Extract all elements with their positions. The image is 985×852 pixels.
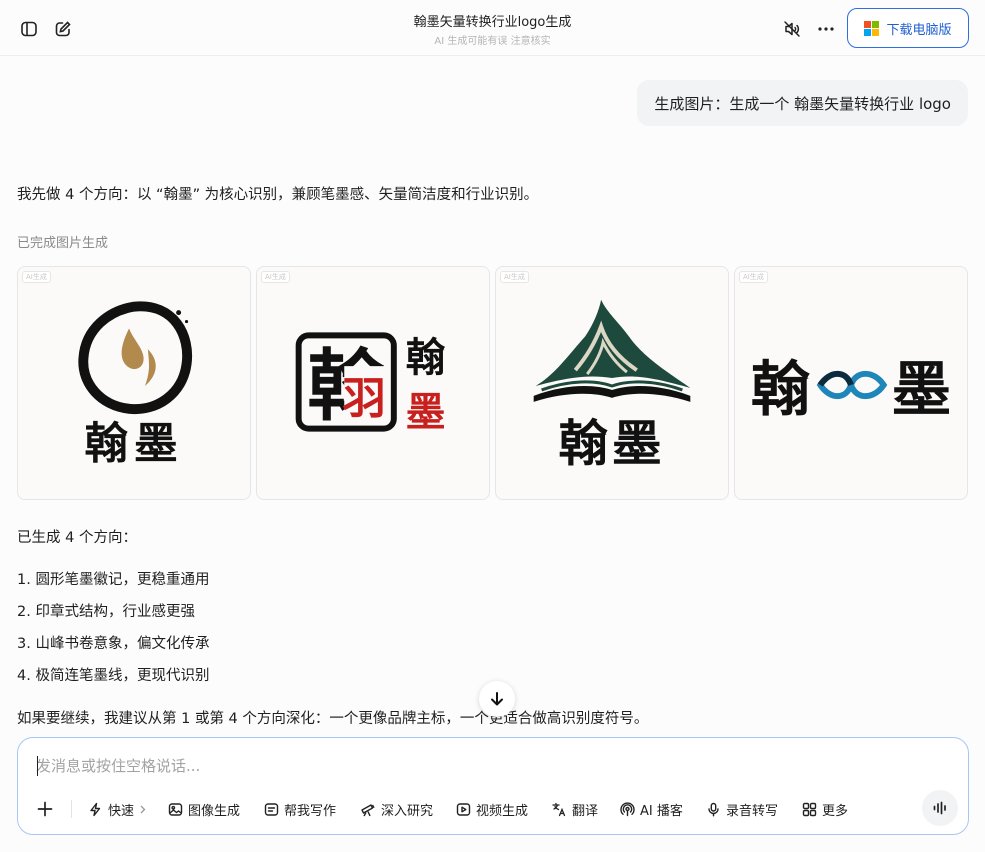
- list-item: 1. 圆形笔墨徽记，更稳重通用: [17, 572, 210, 588]
- image-1-name: 翰墨: [84, 418, 183, 469]
- infinity-logo: 翰 墨: [751, 355, 951, 425]
- message-composer: 快速 图像生成 帮我写作 深入研究 视频生成 翻译 AI 播客: [17, 737, 969, 835]
- mic-icon: [708, 802, 719, 817]
- generated-image-3[interactable]: 翰墨 AI生成: [495, 266, 729, 500]
- message-input[interactable]: [36, 754, 916, 778]
- chevron-right-icon: [140, 805, 146, 813]
- list-item: 4. 极简连笔墨线，更现代识别: [17, 668, 210, 684]
- arrow-down-icon: [491, 692, 503, 706]
- tool-label: 深入研究: [381, 803, 434, 819]
- tool-video-generation[interactable]: 视频生成: [456, 794, 528, 824]
- voice-input-button[interactable]: [922, 790, 958, 826]
- closing-text: 如果要继续，我建议从第 1 或第 4 个方向深化：一个更像品牌主标，一个更适合做…: [17, 711, 649, 727]
- plus-icon: [37, 801, 53, 817]
- write-icon: [264, 802, 279, 816]
- tool-deep-research[interactable]: 深入研究: [360, 794, 433, 824]
- waveform-icon: [933, 801, 946, 815]
- tool-label: 帮我写作: [284, 803, 337, 819]
- lightning-icon: [90, 802, 101, 816]
- generated-image-2[interactable]: 翰 羽 翰 墨 AI生成: [256, 266, 490, 500]
- download-label: 下载电脑版: [886, 22, 952, 38]
- list-item: 2. 印章式结构，行业感更强: [17, 604, 195, 620]
- video-icon: [456, 802, 471, 816]
- top-bar: 翰墨矢量转换行业logo生成 AI 生成可能有误 注意核实 下载电脑版: [0, 0, 985, 56]
- tool-quick[interactable]: 快速: [88, 794, 146, 824]
- generated-image-1[interactable]: 翰墨 AI生成: [17, 266, 251, 500]
- user-message-text: 生成图片：生成一个 翰墨矢量转换行业 logo: [654, 94, 951, 113]
- tool-label: AI 播客: [640, 803, 683, 819]
- tool-ai-podcast[interactable]: AI 播客: [620, 794, 683, 824]
- svg-text:羽: 羽: [342, 374, 386, 425]
- ai-generated-tag: AI生成: [22, 271, 51, 283]
- mountain-book-logo: 翰墨: [533, 299, 691, 472]
- image-4-char-right: 墨: [892, 355, 951, 425]
- telescope-icon: [361, 803, 375, 816]
- generated-images-grid: 翰墨 AI生成 翰 羽 翰 墨 AI生成 翰墨 AI生成 翰: [17, 266, 968, 500]
- tool-label: 录音转写: [726, 803, 779, 819]
- download-desktop-button[interactable]: 下载电脑版: [847, 8, 969, 48]
- mute-icon: [784, 21, 800, 37]
- ai-generated-tag: AI生成: [500, 271, 529, 283]
- tool-image-generation[interactable]: 图像生成: [168, 794, 240, 824]
- more-button[interactable]: [813, 16, 839, 42]
- seal-logo: 翰 羽 翰 墨: [295, 332, 446, 436]
- translate-icon: [552, 802, 566, 816]
- tool-recording-transcription[interactable]: 录音转写: [706, 794, 778, 824]
- tool-label: 更多: [822, 803, 849, 819]
- microsoft-icon: [864, 20, 880, 36]
- list-item: 3. 山峰书卷意象，偏文化传承: [17, 636, 210, 652]
- grid-icon: [802, 802, 817, 816]
- generated-image-4[interactable]: 翰 墨 AI生成: [734, 266, 968, 500]
- tool-label: 视频生成: [476, 803, 529, 819]
- composer-toolbar: 快速 图像生成 帮我写作 深入研究 视频生成 翻译 AI 播客 录音转写 更多: [18, 790, 968, 826]
- image-icon: [168, 802, 183, 816]
- image-3-name: 翰墨: [558, 413, 665, 472]
- ai-generated-tag: AI生成: [739, 271, 768, 283]
- tool-translate[interactable]: 翻译: [551, 794, 598, 824]
- attach-button[interactable]: [32, 796, 58, 822]
- image-generation-status: 已完成图片生成: [17, 236, 109, 251]
- tool-label: 快速: [108, 803, 135, 819]
- image-4-char-left: 翰: [751, 355, 810, 425]
- tool-writing[interactable]: 帮我写作: [264, 794, 336, 824]
- assistant-intro: 我先做 4 个方向：以 “翰墨” 为核心识别，兼顾笔墨感、矢量简洁度和行业识别。: [17, 187, 539, 203]
- ai-generated-tag: AI生成: [261, 271, 290, 283]
- toolbar-divider: [71, 800, 72, 818]
- tool-more[interactable]: 更多: [802, 794, 848, 824]
- tool-label: 图像生成: [188, 803, 241, 819]
- mute-button[interactable]: [779, 16, 805, 42]
- scroll-to-bottom-button[interactable]: [479, 681, 515, 717]
- image-2-char-bottom: 墨: [406, 390, 446, 436]
- image-2-char-top: 翰: [406, 335, 446, 381]
- summary-title: 已生成 4 个方向：: [17, 530, 137, 546]
- more-icon: [818, 27, 834, 31]
- podcast-icon: [620, 801, 635, 816]
- tool-label: 翻译: [572, 803, 599, 819]
- user-message-bubble: 生成图片：生成一个 翰墨矢量转换行业 logo: [637, 80, 968, 126]
- text-caret: [37, 756, 38, 776]
- ink-circle-logo: 翰墨: [78, 301, 193, 469]
